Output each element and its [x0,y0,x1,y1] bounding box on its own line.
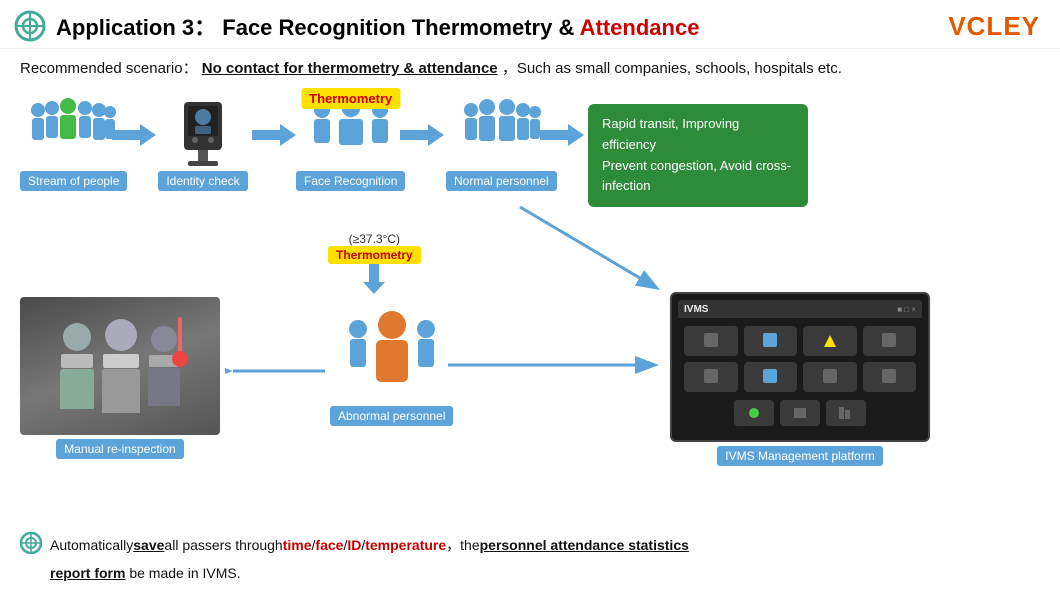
ivms-bottom-2 [780,400,820,426]
target-icon [14,10,46,42]
note-icon [20,532,42,557]
ivms-icon-6 [744,362,798,392]
ivms-icon-5 [684,362,738,392]
ivms-icon-3 [803,326,857,356]
arrow-abnormal-to-ivms [448,354,668,381]
green-info-box: Rapid transit, Improving efficiency Prev… [588,104,808,207]
ivms-icon-4 [863,326,917,356]
ivms-bottom-1 [734,400,774,426]
ivms-icon-2 [744,326,798,356]
abnormal-personnel: Abnormal personnel [330,302,453,426]
ivms-platform: IVMS ■ □ × [670,292,930,466]
main-diagram: Stream of people Identity chec [0,82,1060,542]
arrow-diagonal [510,197,670,302]
ivms-icon-7 [803,362,857,392]
ivms-icon-8 [863,362,917,392]
header: Application 3： Face Recognition Thermome… [0,0,1060,49]
scenario-bar: Recommended scenario： No contact for the… [0,49,1060,82]
logo: VCLEY [948,11,1040,42]
arrow-1 [112,124,156,151]
arrow-2 [252,124,296,151]
ivms-topbar: IVMS ■ □ × [678,300,922,318]
face-recognition: Thermometry Face Recognition [296,92,405,191]
manual-reinspection: Manual re-inspection [20,297,220,459]
arrow-photo-to-abnormal [225,360,335,387]
arrow-4 [540,124,584,151]
ivms-bottom-3 [826,400,866,426]
arrow-3 [400,124,444,151]
note-bar: Automatically save all passers through t… [0,532,1060,581]
identity-check: Identity check [158,92,248,191]
page-title: Application 3： Face Recognition Thermome… [56,10,699,42]
ivms-icon-1 [684,326,738,356]
temp-down-section: (≥37.3°C) Thermometry [328,232,421,294]
